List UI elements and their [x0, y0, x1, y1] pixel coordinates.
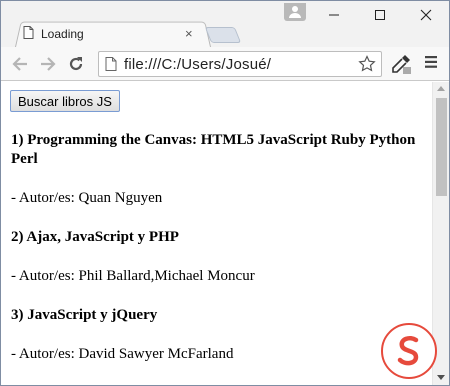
- search-books-button[interactable]: Buscar libros JS: [10, 90, 120, 112]
- star-icon[interactable]: [358, 55, 376, 78]
- arrow-left-icon[interactable]: [9, 53, 31, 75]
- reload-icon[interactable]: [65, 53, 87, 75]
- page-icon: [105, 57, 117, 76]
- hamburger-menu-icon[interactable]: [424, 55, 438, 74]
- minimize-icon[interactable]: [311, 1, 357, 29]
- book-item: 3) JavaScript y jQuery - Autor/es: David…: [11, 306, 425, 364]
- browser-window: Loading × file:///C:/Users/Josué/ Buscar…: [0, 0, 450, 386]
- browser-toolbar: file:///C:/Users/Josué/: [1, 47, 449, 81]
- book-title: 1) Programming the Canvas: HTML5 JavaScr…: [11, 132, 416, 167]
- book-title: 3) JavaScript y jQuery: [11, 307, 158, 323]
- scrollbar-thumb[interactable]: [436, 98, 447, 196]
- book-title: 2) Ajax, JavaScript y PHP: [11, 229, 179, 245]
- book-author: - Autor/es: Phil Ballard,Michael Moncur: [11, 268, 255, 284]
- book-item: 2) Ajax, JavaScript y PHP - Autor/es: Ph…: [11, 228, 425, 286]
- document-icon: [23, 26, 34, 42]
- url-text[interactable]: file:///C:/Users/Josué/: [124, 56, 271, 73]
- tab-title: Loading: [41, 27, 84, 41]
- eyedropper-icon[interactable]: [389, 52, 413, 81]
- tab-close-icon[interactable]: ×: [185, 27, 193, 40]
- title-bar: Loading ×: [1, 1, 449, 47]
- arrow-right-icon[interactable]: [37, 53, 59, 75]
- book-author: - Autor/es: Quan Nguyen: [11, 190, 163, 206]
- new-tab-button[interactable]: [204, 27, 242, 43]
- profile-icon[interactable]: [284, 3, 306, 21]
- page-viewport: Buscar libros JS 1) Programming the Canv…: [1, 82, 432, 385]
- maximize-icon[interactable]: [357, 1, 403, 29]
- book-author: - Autor/es: David Sawyer McFarland: [11, 346, 234, 362]
- tab-content[interactable]: Loading: [23, 24, 203, 44]
- scroll-up-icon[interactable]: [437, 86, 445, 91]
- address-bar[interactable]: file:///C:/Users/Josué/: [98, 51, 382, 77]
- book-item: 1) Programming the Canvas: HTML5 JavaScr…: [11, 131, 425, 208]
- book-list: 1) Programming the Canvas: HTML5 JavaScr…: [11, 131, 425, 384]
- close-icon[interactable]: [403, 1, 449, 29]
- scroll-down-icon[interactable]: [437, 375, 445, 380]
- watermark-logo: [381, 323, 437, 379]
